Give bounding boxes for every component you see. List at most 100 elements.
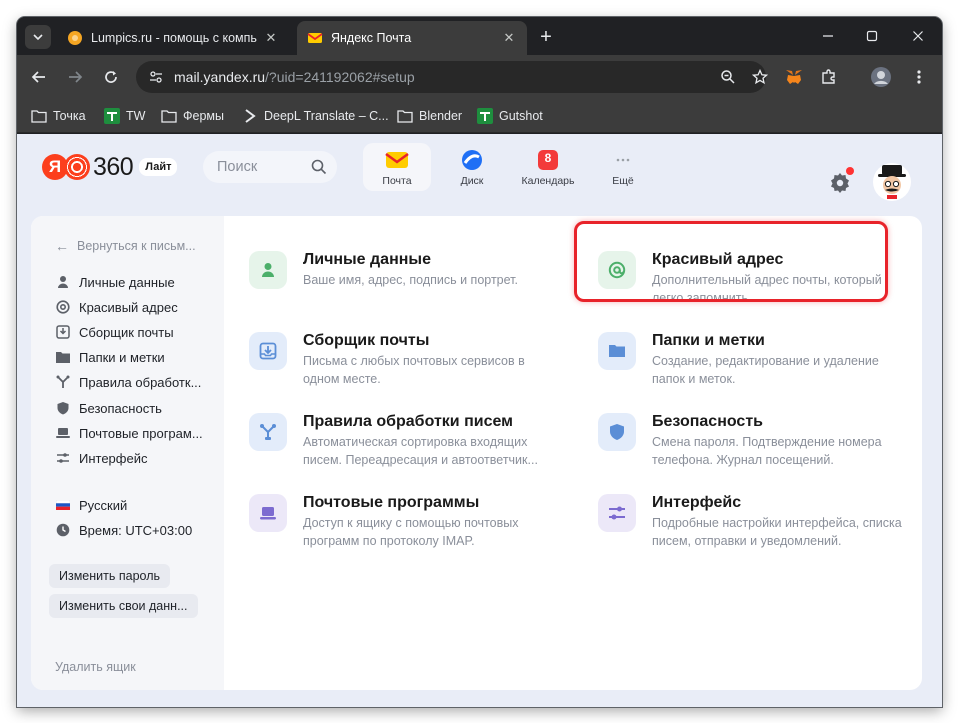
russia-flag-icon <box>55 497 71 513</box>
language-selector[interactable]: Русский <box>55 495 127 515</box>
person-icon <box>55 274 71 290</box>
yandex-mail-favicon-icon <box>307 33 323 43</box>
logo-circle-icon <box>64 154 90 180</box>
url-path: /?uid=241192062#setup <box>265 69 415 85</box>
setting-security[interactable]: Безопасность Смена пароля. Подтверждение… <box>598 413 908 483</box>
profile-avatar-icon[interactable] <box>869 65 893 89</box>
setting-interface[interactable]: Интерфейс Подробные настройки интерфейса… <box>598 494 908 564</box>
setting-description: Автоматическая сортировка входящих писем… <box>303 435 538 467</box>
folder-icon <box>397 108 413 124</box>
setting-description: Доступ к ящику с помощью почтовых програ… <box>303 516 519 548</box>
extensions-puzzle-icon[interactable] <box>817 65 841 89</box>
setting-mail-programs[interactable]: Почтовые программы Доступ к ящику с помо… <box>249 494 559 564</box>
tab-search-button[interactable] <box>25 25 51 49</box>
bookmark-item[interactable]: Gutshot <box>477 106 543 126</box>
tab-strip: Lumpics.ru - помощь с компьютером ✕ Янде… <box>17 17 942 55</box>
folder-icon <box>31 108 47 124</box>
app-mail-button[interactable]: Почта <box>363 143 431 191</box>
setting-description: Ваше имя, адрес, подпись и портрет. <box>303 273 518 287</box>
bookmark-label: Blender <box>419 109 463 123</box>
settings-sidebar: ← Вернуться к письм... Личные данные Кра… <box>31 216 224 690</box>
bookmark-item[interactable]: TW <box>104 106 145 126</box>
person-icon <box>249 251 287 289</box>
tab-yandex-mail[interactable]: Яндекс Почта ✕ <box>297 21 527 55</box>
bookmark-label: Gutshot <box>499 109 543 123</box>
folder-icon <box>598 332 636 370</box>
setting-title: Безопасность <box>652 413 763 430</box>
app-more-button[interactable]: Ещё <box>589 143 657 191</box>
bookmark-label: DeepL Translate – C... <box>264 109 389 123</box>
at-sign-icon <box>55 299 71 315</box>
deepl-icon <box>242 108 258 124</box>
setting-folders-labels[interactable]: Папки и метки Создание, редактирование и… <box>598 332 908 402</box>
disk-icon <box>460 149 484 171</box>
bookmark-label: Точка <box>53 109 86 123</box>
app-calendar-button[interactable]: 8 Календарь <box>514 143 582 191</box>
search-icon[interactable] <box>311 159 327 175</box>
close-tab-icon[interactable]: ✕ <box>501 30 517 46</box>
app-disk-button[interactable]: Диск <box>438 143 506 191</box>
setting-title: Личные данные <box>303 251 431 268</box>
url-text[interactable]: mail.yandex.ru/?uid=241192062#setup <box>174 69 415 85</box>
yandex-360-logo[interactable]: Я 360 Лайт <box>42 152 178 182</box>
sidebar-item-label: Папки и метки <box>79 349 165 365</box>
url-host: mail.yandex.ru <box>174 69 266 85</box>
sidebar-item-folders[interactable]: Папки и метки <box>55 347 165 367</box>
laptop-icon <box>55 425 71 441</box>
browser-menu-icon[interactable] <box>907 65 931 89</box>
sidebar-item-interface[interactable]: Интерфейс <box>55 448 147 468</box>
app-label: Диск <box>460 175 484 187</box>
close-tab-icon[interactable]: ✕ <box>263 30 279 46</box>
sliders-icon <box>598 494 636 532</box>
laptop-icon <box>249 494 287 532</box>
yandex-mail-page: Я 360 Лайт Почта Диск 8 Календар <box>17 134 942 707</box>
metamask-extension-icon[interactable] <box>782 65 806 89</box>
reload-button[interactable] <box>99 65 123 89</box>
sidebar-item-security[interactable]: Безопасность <box>55 398 162 418</box>
bookmark-item[interactable]: Фермы <box>161 106 224 126</box>
folder-icon <box>161 108 177 124</box>
bookmark-item[interactable]: Blender <box>397 106 462 126</box>
bookmark-item[interactable]: Точка <box>31 106 86 126</box>
setting-mail-rules[interactable]: Правила обработки писем Автоматическая с… <box>249 413 559 483</box>
change-password-button[interactable]: Изменить пароль <box>49 564 171 588</box>
change-data-button[interactable]: Изменить свои данн... <box>49 594 198 618</box>
rules-branch-icon <box>55 374 71 390</box>
search-box[interactable] <box>203 151 337 183</box>
sidebar-item-collector[interactable]: Сборщик почты <box>55 322 174 342</box>
logo-text: 360 <box>93 152 134 181</box>
sidebar-item-label: Интерфейс <box>79 450 148 466</box>
close-window-button[interactable] <box>903 25 933 47</box>
sidebar-item-label: Личные данные <box>79 274 175 290</box>
setting-mail-collector[interactable]: Сборщик почты Письма с любых почтовых се… <box>249 332 559 402</box>
setting-title: Сборщик почты <box>303 332 430 349</box>
bookmark-item[interactable]: DeepL Translate – C... <box>242 106 389 126</box>
setting-title: Почтовые программы <box>303 494 480 511</box>
minimize-button[interactable] <box>813 25 843 47</box>
lumpics-favicon-icon <box>68 31 82 45</box>
bookmark-star-icon[interactable] <box>750 67 770 87</box>
lite-badge: Лайт <box>139 158 178 176</box>
inbox-download-icon <box>55 324 71 340</box>
app-label: Ещё <box>612 175 634 187</box>
timezone-selector[interactable]: Время: UTC+03:00 <box>55 520 192 540</box>
sidebar-item-beautiful-address[interactable]: Красивый адрес <box>55 297 178 317</box>
sidebar-item-personal[interactable]: Личные данные <box>55 272 175 292</box>
new-tab-button[interactable]: + <box>535 27 557 49</box>
setting-description: Подробные настройки интерфейса, списка п… <box>652 516 902 548</box>
maximize-button[interactable] <box>857 25 887 47</box>
tab-lumpics[interactable]: Lumpics.ru - помощь с компьютером ✕ <box>57 21 289 55</box>
back-button[interactable] <box>27 65 51 89</box>
address-bar[interactable]: mail.yandex.ru/?uid=241192062#setup <box>136 61 768 93</box>
sidebar-item-rules[interactable]: Правила обработк... <box>55 372 201 392</box>
back-to-mail-link[interactable]: ← Вернуться к письм... <box>55 238 196 254</box>
setting-title: Интерфейс <box>652 494 742 511</box>
user-avatar[interactable] <box>872 162 912 202</box>
delete-mailbox-link[interactable]: Удалить ящик <box>55 660 136 674</box>
forward-button[interactable] <box>63 65 87 89</box>
setting-personal-data[interactable]: Личные данные Ваше имя, адрес, подпись и… <box>249 251 559 321</box>
sidebar-item-mail-programs[interactable]: Почтовые програм... <box>55 423 203 443</box>
zoom-icon[interactable] <box>718 67 738 87</box>
bookmark-label: TW <box>126 109 146 123</box>
site-info-icon[interactable] <box>146 67 166 87</box>
